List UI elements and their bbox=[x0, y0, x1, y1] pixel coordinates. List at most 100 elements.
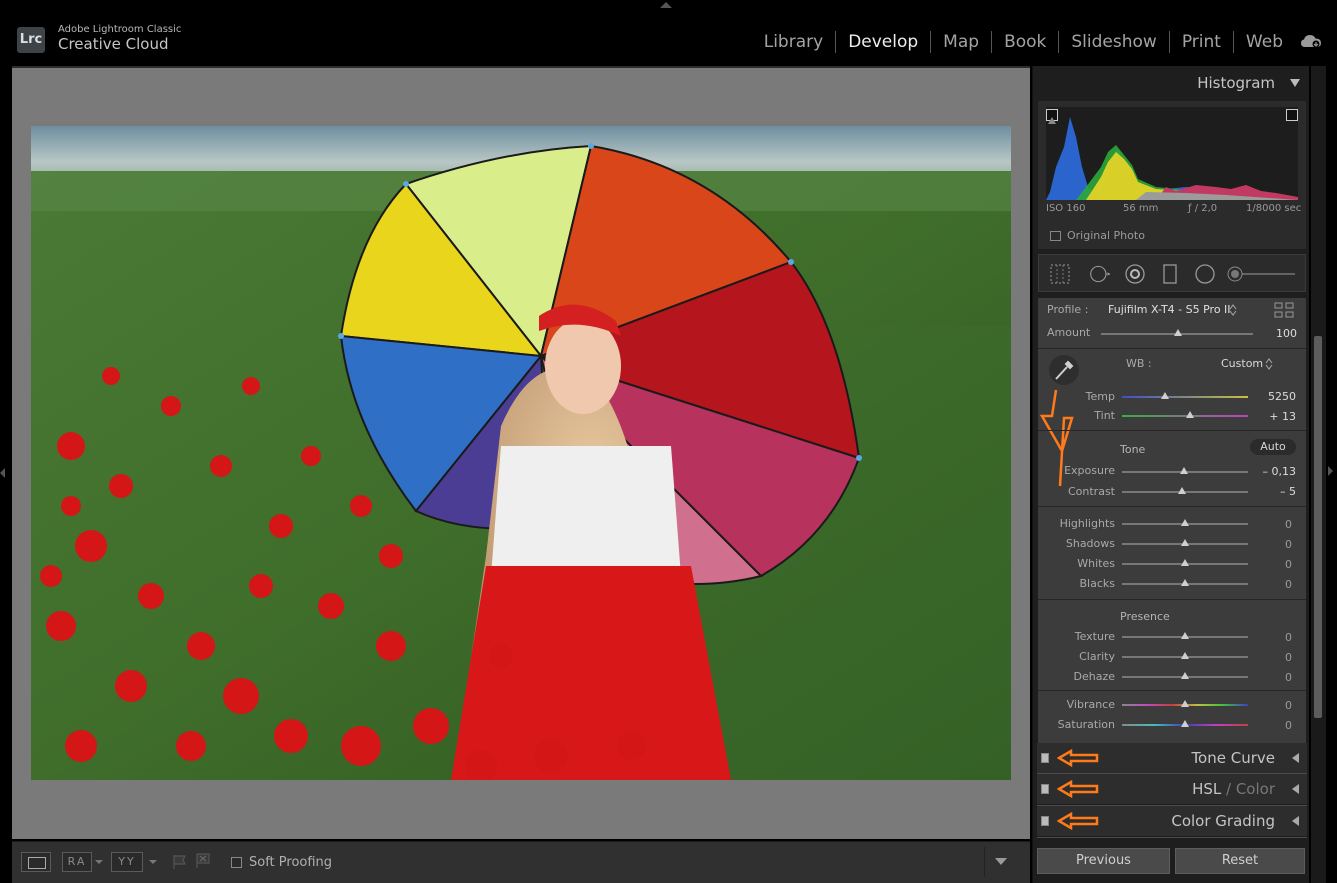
shadows-slider-thumb[interactable] bbox=[1181, 539, 1189, 546]
color-grading-title: Color Grading bbox=[1171, 812, 1275, 830]
hsl-tab[interactable]: HSL bbox=[1192, 780, 1221, 798]
module-picker: Library Develop Map Book Slideshow Print… bbox=[752, 31, 1295, 53]
tint-slider-thumb[interactable] bbox=[1186, 411, 1194, 418]
loupe-view-button[interactable] bbox=[21, 852, 51, 872]
expand-color-grading-icon[interactable] bbox=[1292, 816, 1299, 826]
right-panel-scroll-thumb[interactable] bbox=[1314, 336, 1322, 718]
original-photo-checkbox[interactable] bbox=[1050, 231, 1061, 241]
module-develop[interactable]: Develop bbox=[835, 31, 930, 53]
saturation-slider-thumb[interactable] bbox=[1181, 720, 1189, 727]
profile-select[interactable]: Fujifilm X-T4 - S5 Pro II bbox=[1108, 303, 1231, 316]
expand-tone-curve-icon[interactable] bbox=[1292, 753, 1299, 763]
module-map[interactable]: Map bbox=[930, 31, 991, 53]
temp-value[interactable]: 5250 bbox=[1252, 390, 1296, 403]
vibrance-value[interactable]: 0 bbox=[1248, 699, 1292, 712]
lightroom-window: Lrc Adobe Lightroom Classic Creative Clo… bbox=[0, 0, 1337, 883]
flag-icon[interactable] bbox=[172, 854, 188, 870]
red-eye-icon[interactable] bbox=[1124, 263, 1146, 285]
highlight-clipping-toggle[interactable] bbox=[1286, 109, 1298, 121]
reset-button[interactable]: Reset bbox=[1175, 848, 1305, 874]
wb-dropdown-icon[interactable] bbox=[1265, 358, 1273, 370]
color-tab[interactable]: Color bbox=[1236, 780, 1275, 798]
dehaze-value[interactable]: 0 bbox=[1248, 671, 1292, 684]
blacks-slider-thumb[interactable] bbox=[1181, 579, 1189, 586]
module-slideshow[interactable]: Slideshow bbox=[1058, 31, 1168, 53]
module-web[interactable]: Web bbox=[1232, 31, 1295, 53]
reject-flag-icon[interactable] bbox=[196, 853, 210, 869]
profile-dropdown-icon[interactable] bbox=[1229, 304, 1237, 316]
soft-proofing-checkbox[interactable] bbox=[231, 857, 242, 868]
exposure-label: Exposure bbox=[1064, 464, 1115, 477]
texture-value[interactable]: 0 bbox=[1248, 631, 1292, 644]
previous-button[interactable]: Previous bbox=[1037, 848, 1170, 874]
highlights-slider-thumb[interactable] bbox=[1181, 519, 1189, 526]
tint-value[interactable]: + 13 bbox=[1252, 410, 1296, 423]
right-edge-toggle-icon[interactable] bbox=[1328, 466, 1333, 476]
toolbar-content-menu-icon[interactable] bbox=[995, 858, 1007, 865]
divider bbox=[1038, 599, 1306, 600]
shadows-value[interactable]: 0 bbox=[1248, 538, 1292, 551]
hsl-switch[interactable] bbox=[1041, 784, 1049, 794]
tint-slider-track[interactable] bbox=[1122, 415, 1248, 417]
compare-dropdown-icon[interactable] bbox=[149, 860, 157, 864]
photo-image bbox=[31, 126, 1011, 780]
wb-eyedropper-icon[interactable] bbox=[1048, 354, 1080, 386]
exposure-slider-thumb[interactable] bbox=[1180, 467, 1188, 474]
profile-browser-icon[interactable] bbox=[1274, 302, 1294, 318]
dehaze-slider-thumb[interactable] bbox=[1181, 672, 1189, 679]
presence-section-label: Presence bbox=[1120, 610, 1170, 623]
top-panel-toggle-icon[interactable] bbox=[660, 2, 672, 8]
exposure-value[interactable]: – 0,13 bbox=[1252, 465, 1297, 478]
radial-filter-icon[interactable] bbox=[1194, 263, 1216, 285]
whites-value[interactable]: 0 bbox=[1248, 558, 1292, 571]
before-after-dropdown-icon[interactable] bbox=[95, 860, 103, 864]
spot-removal-icon[interactable] bbox=[1089, 263, 1111, 285]
temp-slider-track[interactable] bbox=[1122, 396, 1248, 398]
compare-view-button[interactable]: YY bbox=[111, 852, 143, 872]
color-grading-header[interactable]: Color Grading bbox=[1037, 806, 1307, 836]
app-subtitle: Adobe Lightroom Classic bbox=[58, 24, 182, 35]
clarity-label: Clarity bbox=[1079, 650, 1115, 663]
crop-overlay-icon[interactable] bbox=[1049, 263, 1071, 285]
collapse-histogram-icon[interactable] bbox=[1290, 79, 1300, 87]
module-book[interactable]: Book bbox=[991, 31, 1058, 53]
before-after-button[interactable]: RA bbox=[62, 852, 92, 872]
color-grading-switch[interactable] bbox=[1041, 816, 1049, 826]
amount-slider-thumb[interactable] bbox=[1174, 329, 1182, 336]
whites-slider-thumb[interactable] bbox=[1181, 559, 1189, 566]
module-print[interactable]: Print bbox=[1168, 31, 1233, 53]
saturation-value[interactable]: 0 bbox=[1248, 719, 1292, 732]
clarity-slider-thumb[interactable] bbox=[1181, 652, 1189, 659]
hsl-color-header[interactable]: HSL / Color bbox=[1037, 774, 1307, 804]
histogram-header[interactable]: Histogram bbox=[1037, 68, 1307, 98]
blacks-value[interactable]: 0 bbox=[1248, 578, 1292, 591]
whites-label: Whites bbox=[1077, 557, 1115, 570]
clarity-value[interactable]: 0 bbox=[1248, 651, 1292, 664]
contrast-slider-thumb[interactable] bbox=[1178, 487, 1186, 494]
brush-size-slider[interactable] bbox=[1227, 263, 1297, 285]
histogram-chart[interactable] bbox=[1046, 107, 1298, 200]
tool-strip bbox=[1038, 254, 1306, 292]
auto-tone-button[interactable]: Auto bbox=[1250, 439, 1296, 455]
tone-curve-header[interactable]: Tone Curve bbox=[1037, 743, 1307, 773]
masking-icon[interactable] bbox=[1159, 263, 1181, 285]
texture-slider-thumb[interactable] bbox=[1181, 632, 1189, 639]
photo-canvas[interactable] bbox=[12, 66, 1030, 839]
histogram-title: Histogram bbox=[1197, 74, 1275, 92]
cloud-sync-icon[interactable] bbox=[1300, 33, 1322, 49]
vibrance-slider-thumb[interactable] bbox=[1181, 700, 1189, 707]
highlights-value[interactable]: 0 bbox=[1248, 518, 1292, 531]
expand-hsl-icon[interactable] bbox=[1292, 784, 1299, 794]
app-name: Creative Cloud bbox=[58, 35, 169, 53]
amount-value[interactable]: 100 bbox=[1253, 327, 1297, 340]
temp-slider-thumb[interactable] bbox=[1161, 392, 1169, 399]
module-library[interactable]: Library bbox=[752, 31, 835, 53]
photo-preview[interactable] bbox=[31, 126, 1011, 780]
contrast-value[interactable]: – 5 bbox=[1252, 485, 1296, 498]
shadows-label: Shadows bbox=[1065, 537, 1115, 550]
tone-curve-switch[interactable] bbox=[1041, 753, 1049, 763]
left-panel-toggle-icon[interactable] bbox=[0, 468, 5, 478]
shadow-clipping-toggle[interactable] bbox=[1046, 109, 1058, 124]
shutter-speed-value: 1/8000 sec bbox=[1246, 203, 1302, 214]
wb-select[interactable]: Custom bbox=[1221, 357, 1263, 370]
